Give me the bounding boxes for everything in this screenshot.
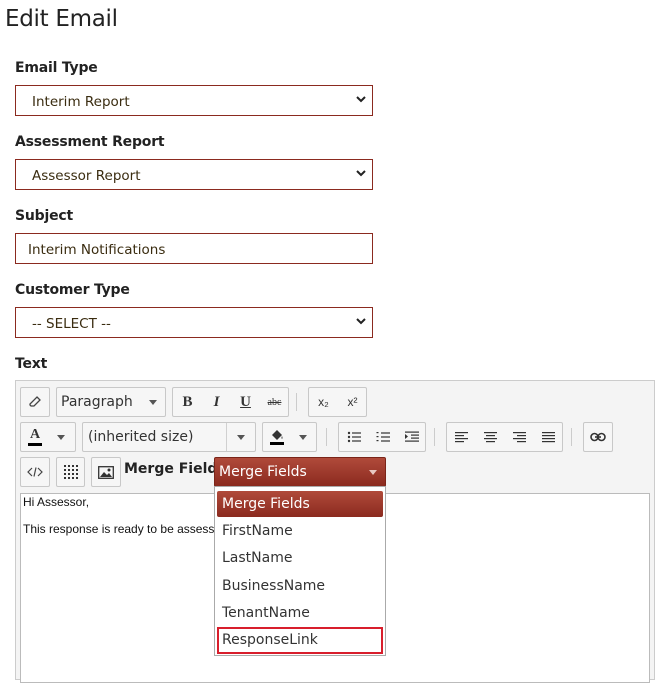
subject-input[interactable]: Interim Notifications [15,233,373,264]
paragraph-format-select[interactable]: Paragraph [56,387,166,417]
bullet-list-button[interactable] [339,423,368,451]
font-color-button[interactable]: A [21,423,49,451]
eraser-icon [29,396,41,407]
number-list-button[interactable] [368,423,397,451]
merge-option-merge-fields[interactable]: Merge Fields [217,491,383,517]
source-code-icon [27,467,43,477]
text-label: Text [15,356,48,372]
font-color-label: A [29,427,41,442]
subject-label: Subject [15,208,73,224]
highlight-color-swatch [270,442,284,445]
superscript-button[interactable]: x² [338,388,367,416]
email-type-value: Interim Report [32,94,130,110]
customer-type-select[interactable]: -- SELECT -- [15,307,373,338]
source-code-button[interactable] [20,457,50,487]
assessment-report-label: Assessment Report [15,134,165,150]
merge-fields-value: Merge Fields [219,464,307,480]
subject-value: Interim Notifications [28,242,166,258]
table-icon [63,465,78,479]
chevron-down-icon [237,435,245,440]
italic-button[interactable]: I [202,388,231,416]
image-icon [98,465,114,479]
font-size-dropdown-area [226,423,255,451]
image-button[interactable] [91,457,121,487]
email-type-label: Email Type [15,60,98,76]
toolbar-separator [296,393,297,411]
chevron-down-icon [356,96,366,103]
chevron-down-icon [369,470,377,475]
toolbar-separator [434,428,435,446]
merge-fields-select[interactable]: Merge Fields [214,457,386,487]
email-type-select[interactable]: Interim Report [15,85,373,116]
eraser-button[interactable] [20,387,50,417]
chevron-down-icon [356,318,366,325]
link-button[interactable] [583,422,613,452]
toolbar-separator [571,428,572,446]
merge-option-businessname[interactable]: BusinessName [217,573,383,599]
font-size-select[interactable]: (inherited size) [82,422,256,452]
content-line-2: This response is ready to be assesse [23,522,222,536]
font-color-swatch [28,443,42,446]
paint-bucket-icon [272,430,283,440]
paragraph-format-value: Paragraph [61,394,133,410]
font-size-value: (inherited size) [88,429,194,445]
assessment-report-value: Assessor Report [32,168,141,184]
toolbar-separator [326,428,327,446]
merge-option-responselink[interactable]: ResponseLink [217,627,383,654]
font-color-group: A [20,422,76,452]
underline-button[interactable]: U [231,388,260,416]
chevron-down-icon[interactable] [57,435,65,440]
align-center-button[interactable] [476,423,505,451]
bold-button[interactable]: B [173,388,202,416]
align-group [446,422,563,452]
align-left-button[interactable] [447,423,476,451]
table-button[interactable] [56,457,85,487]
align-justify-icon [542,431,555,442]
align-right-icon [513,431,526,442]
merge-option-tenantname[interactable]: TenantName [217,600,383,626]
chevron-down-icon [149,400,157,405]
customer-type-value: -- SELECT -- [32,316,111,332]
highlight-color-group [262,422,317,452]
strikethrough-button[interactable]: abc [260,388,289,416]
align-left-icon [455,431,468,442]
bullet-list-icon [347,431,361,443]
script-group: x₂ x² [308,387,367,417]
highlight-color-button[interactable] [263,423,291,451]
merge-fields-dropdown: Merge Fields FirstName LastName Business… [214,486,386,656]
merge-option-firstname[interactable]: FirstName [217,518,383,544]
page-title: Edit Email [5,6,118,32]
text-style-group: B I U abc [172,387,289,417]
indent-button[interactable] [397,423,426,451]
indent-icon [404,431,419,442]
content-line-1: Hi Assessor, [23,495,90,509]
number-list-icon [376,432,390,442]
align-justify-button[interactable] [534,423,563,451]
chevron-down-icon[interactable] [299,435,307,440]
align-right-button[interactable] [505,423,534,451]
assessment-report-select[interactable]: Assessor Report [15,159,373,190]
link-icon [590,432,606,442]
merge-option-lastname[interactable]: LastName [217,545,383,571]
list-group [338,422,426,452]
chevron-down-icon [356,170,366,177]
customer-type-label: Customer Type [15,282,130,298]
subscript-button[interactable]: x₂ [309,388,338,416]
align-center-icon [484,431,497,442]
